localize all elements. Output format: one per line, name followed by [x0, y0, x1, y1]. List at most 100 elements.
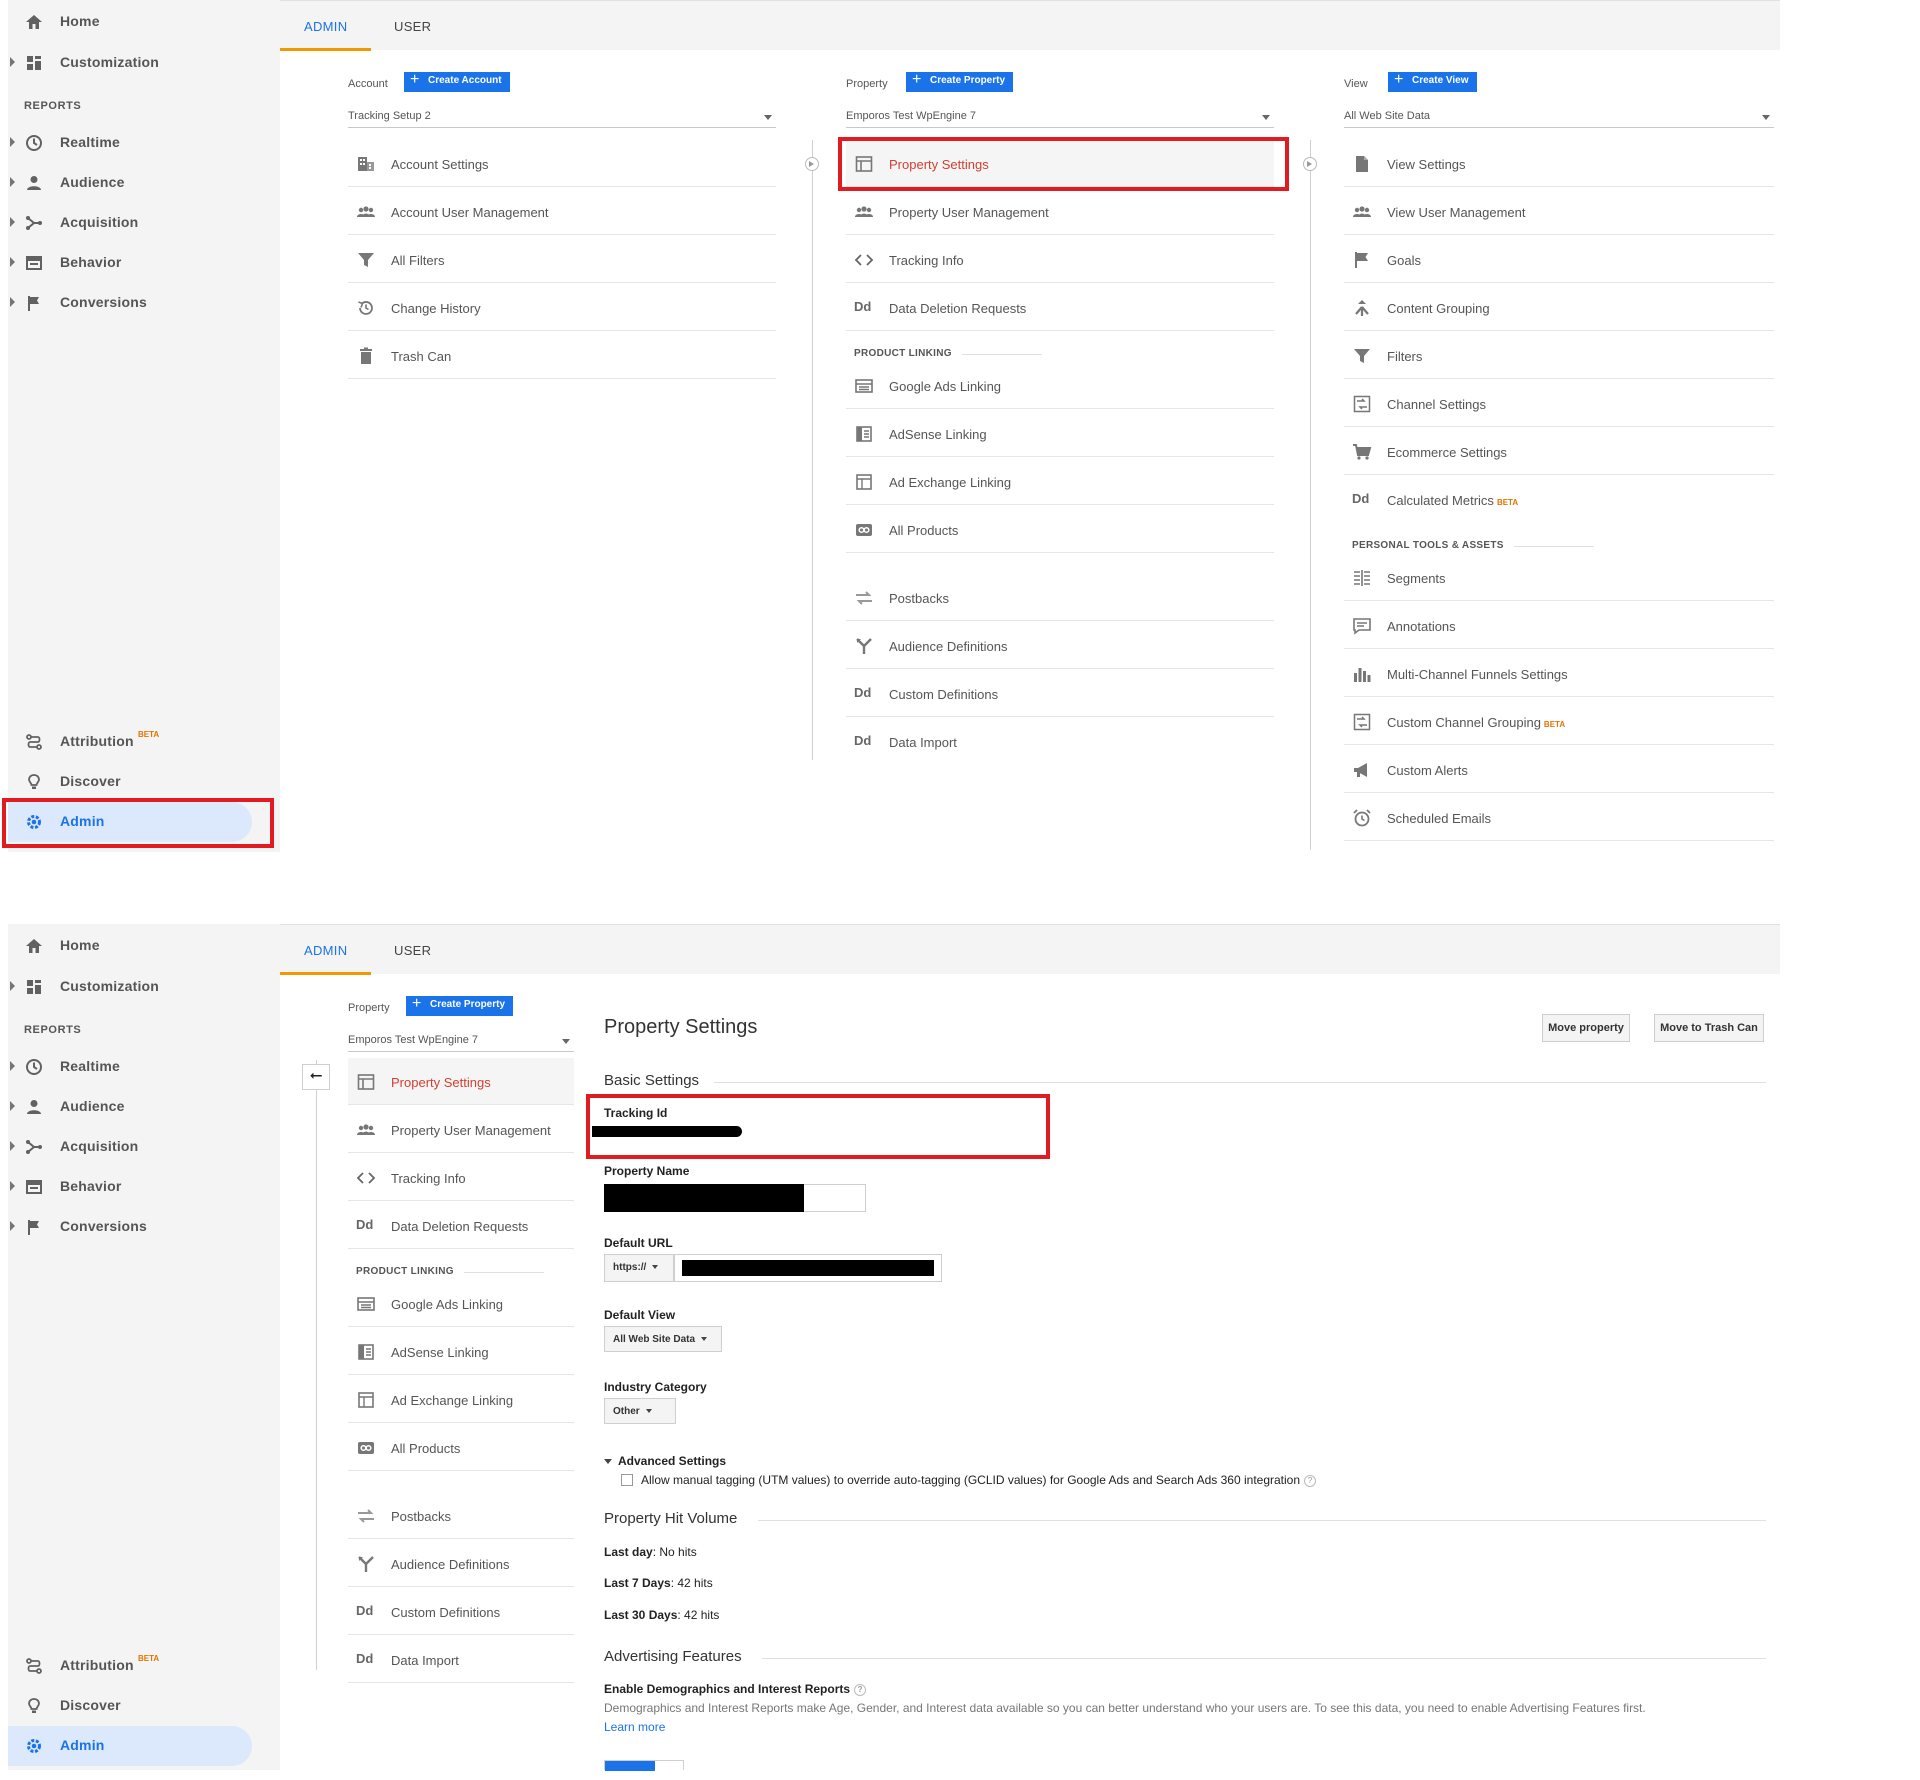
nav-realtime[interactable]: Realtime: [8, 123, 268, 163]
ad-exchange-icon: [856, 474, 872, 490]
nav-acquisition[interactable]: Acquisition: [8, 203, 268, 243]
advanced-settings-toggle[interactable]: Advanced Settings: [604, 1454, 726, 1468]
back-button[interactable]: ⭠: [302, 1064, 330, 1090]
ecommerce-settings-item[interactable]: Ecommerce Settings: [1344, 428, 1774, 475]
segments-item[interactable]: Segments: [1344, 554, 1774, 601]
megaphone-icon: [1354, 763, 1367, 777]
dd-icon: Dd: [1352, 490, 1372, 510]
nav-discover[interactable]: Discover: [8, 1686, 268, 1726]
demographics-toggle[interactable]: [604, 1760, 684, 1771]
nav-realtime[interactable]: Realtime: [8, 1047, 268, 1087]
property-user-management-item[interactable]: Property User Management: [348, 1106, 574, 1153]
tab-admin[interactable]: ADMIN: [280, 1, 372, 51]
create-property-button[interactable]: + Create Property: [406, 995, 514, 1016]
calculated-metrics-item[interactable]: Dd Calculated Metrics BETA: [1344, 476, 1774, 523]
account-user-management-item[interactable]: Account User Management: [348, 188, 776, 235]
data-deletion-requests-item[interactable]: Dd Data Deletion Requests: [348, 1202, 574, 1249]
nav-conversions[interactable]: Conversions: [8, 283, 268, 323]
beta-badge: BETA: [138, 730, 160, 739]
view-user-management-item[interactable]: View User Management: [1344, 188, 1774, 235]
nav-customization[interactable]: Customization: [8, 43, 268, 83]
data-import-item[interactable]: Dd Data Import: [846, 718, 1274, 765]
tab-user[interactable]: USER: [370, 1, 455, 51]
trash-can-label: Trash Can: [391, 349, 452, 364]
property-selector[interactable]: Emporos Test WpEngine 7: [348, 1028, 574, 1052]
tab-user[interactable]: USER: [370, 925, 455, 975]
view-selector[interactable]: All Web Site Data: [1344, 104, 1774, 128]
tracking-info-item[interactable]: Tracking Info: [348, 1154, 574, 1201]
channel-settings-item[interactable]: Channel Settings: [1344, 380, 1774, 427]
nav-home-label: Home: [60, 13, 100, 29]
adsense-icon: [856, 426, 872, 442]
move-to-trash-button[interactable]: Move to Trash Can: [1654, 1014, 1764, 1042]
filters-item[interactable]: Filters: [1344, 332, 1774, 379]
nav-home[interactable]: Home: [8, 926, 268, 966]
account-settings-item[interactable]: Account Settings: [348, 140, 776, 187]
create-account-button[interactable]: + Create Account: [404, 71, 510, 92]
multi-channel-funnels-item[interactable]: Multi-Channel Funnels Settings: [1344, 650, 1774, 697]
nav-attribution[interactable]: Attribution BETA: [8, 1646, 268, 1686]
account-user-management-label: Account User Management: [391, 205, 549, 220]
property-settings-item[interactable]: Property Settings: [846, 140, 1274, 187]
adsense-linking-item[interactable]: AdSense Linking: [846, 410, 1274, 457]
manual-tagging-checkbox[interactable]: [621, 1474, 633, 1486]
property-settings-item[interactable]: Property Settings: [348, 1058, 574, 1105]
column-divider: [812, 140, 813, 760]
audience-definitions-item[interactable]: Audience Definitions: [348, 1540, 574, 1587]
nav-customization[interactable]: Customization: [8, 967, 268, 1007]
nav-admin[interactable]: Admin: [8, 802, 268, 842]
move-property-button[interactable]: Move property: [1542, 1014, 1630, 1042]
nav-admin[interactable]: Admin: [8, 1726, 268, 1766]
property-selector[interactable]: Emporos Test WpEngine 7: [846, 104, 1274, 128]
nav-behavior[interactable]: Behavior: [8, 243, 268, 283]
annotations-item[interactable]: Annotations: [1344, 602, 1774, 649]
learn-more-link[interactable]: Learn more: [604, 1720, 665, 1734]
nav-audience[interactable]: Audience: [8, 1087, 268, 1127]
custom-alerts-item[interactable]: Custom Alerts: [1344, 746, 1774, 793]
custom-definitions-item[interactable]: Dd Custom Definitions: [348, 1588, 574, 1635]
trash-can-item[interactable]: Trash Can: [348, 332, 776, 379]
all-filters-item[interactable]: All Filters: [348, 236, 776, 283]
tracking-info-item[interactable]: Tracking Info: [846, 236, 1274, 283]
google-ads-linking-item[interactable]: Google Ads Linking: [348, 1280, 574, 1327]
attribution-icon: [26, 1658, 42, 1674]
tab-admin[interactable]: ADMIN: [280, 925, 372, 975]
postbacks-item[interactable]: Postbacks: [348, 1492, 574, 1539]
data-import-item[interactable]: Dd Data Import: [348, 1636, 574, 1683]
postbacks-item[interactable]: Postbacks: [846, 574, 1274, 621]
google-ads-linking-item[interactable]: Google Ads Linking: [846, 362, 1274, 409]
account-selector[interactable]: Tracking Setup 2: [348, 104, 776, 128]
nav-conversions[interactable]: Conversions: [8, 1207, 268, 1247]
custom-definitions-item[interactable]: Dd Custom Definitions: [846, 670, 1274, 717]
page-title: Property Settings: [604, 1016, 758, 1038]
all-products-item[interactable]: All Products: [348, 1424, 574, 1471]
nav-home[interactable]: Home: [8, 2, 268, 42]
nav-behavior[interactable]: Behavior: [8, 1167, 268, 1207]
nav-acquisition[interactable]: Acquisition: [8, 1127, 268, 1167]
industry-category-select[interactable]: Other: [604, 1398, 676, 1424]
create-property-button[interactable]: + Create Property: [906, 71, 1014, 92]
data-deletion-requests-item[interactable]: Dd Data Deletion Requests: [846, 284, 1274, 331]
content-grouping-item[interactable]: Content Grouping: [1344, 284, 1774, 331]
custom-channel-grouping-item[interactable]: Custom Channel Grouping BETA: [1344, 698, 1774, 745]
goals-item[interactable]: Goals: [1344, 236, 1774, 283]
ad-exchange-linking-item[interactable]: Ad Exchange Linking: [348, 1376, 574, 1423]
adsense-linking-item[interactable]: AdSense Linking: [348, 1328, 574, 1375]
create-view-button[interactable]: + Create View: [1388, 71, 1477, 92]
default-view-select[interactable]: All Web Site Data: [604, 1326, 722, 1352]
ad-exchange-linking-item[interactable]: Ad Exchange Linking: [846, 458, 1274, 505]
nav-audience[interactable]: Audience: [8, 163, 268, 203]
help-icon[interactable]: ?: [854, 1683, 867, 1696]
change-history-item[interactable]: Change History: [348, 284, 776, 331]
audience-definitions-item[interactable]: Audience Definitions: [846, 622, 1274, 669]
postbacks-label: Postbacks: [391, 1509, 451, 1524]
view-settings-item[interactable]: View Settings: [1344, 140, 1774, 187]
property-user-management-item[interactable]: Property User Management: [846, 188, 1274, 235]
nav-attribution[interactable]: Attribution BETA: [8, 722, 268, 762]
scheduled-emails-item[interactable]: Scheduled Emails: [1344, 794, 1774, 841]
protocol-select[interactable]: https://: [604, 1254, 674, 1282]
plus-icon: +: [912, 71, 922, 88]
nav-discover[interactable]: Discover: [8, 762, 268, 802]
all-products-item[interactable]: All Products: [846, 506, 1274, 553]
help-icon[interactable]: ?: [1304, 1474, 1317, 1487]
